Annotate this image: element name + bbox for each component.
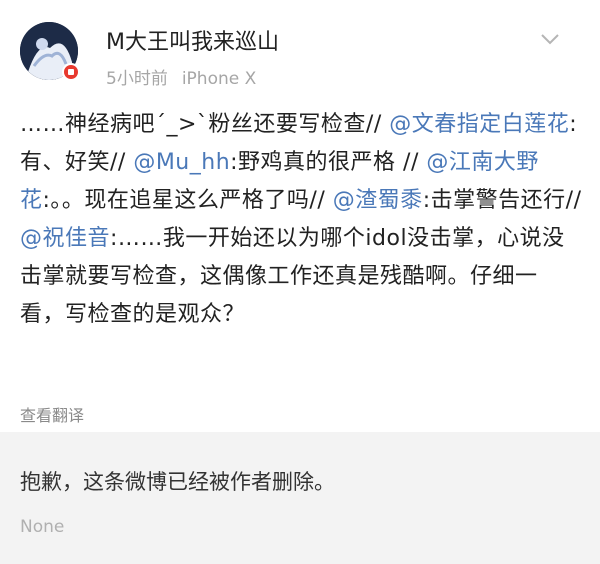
mention-link[interactable]: @渣蜀黍 [333,188,423,213]
mention-link[interactable]: @文春指定白莲花 [389,112,569,137]
deleted-notice: 抱歉，这条微博已经被作者删除。 [20,470,335,494]
post-time: 5小时前 [106,69,168,89]
chevron-down-icon[interactable] [540,32,560,46]
mention-link[interactable]: @Mu_hh [133,150,230,175]
content-text: :野鸡真的很严格 // [230,150,427,175]
post-card: M大王叫我来巡山 5小时前 iPhone X ……神经病吧ˊ_>ˋ粉丝还要写检查/… [0,0,600,432]
content-text: :。。现在追星这么严格了吗// [42,188,333,213]
username[interactable]: M大王叫我来巡山 [106,24,279,56]
post-content: ……神经病吧ˊ_>ˋ粉丝还要写检查// @文春指定白莲花:有、好笑// @Mu_… [20,106,582,334]
deleted-meta: None [20,517,65,537]
mention-link[interactable]: @祝佳音 [20,226,110,251]
translate-link[interactable]: 查看翻译 [20,402,84,426]
content-text: ……神经病吧ˊ_>ˋ粉丝还要写检查// [20,112,390,137]
post-meta: 5小时前 iPhone X [106,64,256,89]
content-text: :击掌警告还行// [422,188,582,213]
post-device: iPhone X [181,69,257,89]
retweet-deleted-box[interactable]: 抱歉，这条微博已经被作者删除。 None [0,432,600,564]
verified-badge-icon [62,63,80,81]
